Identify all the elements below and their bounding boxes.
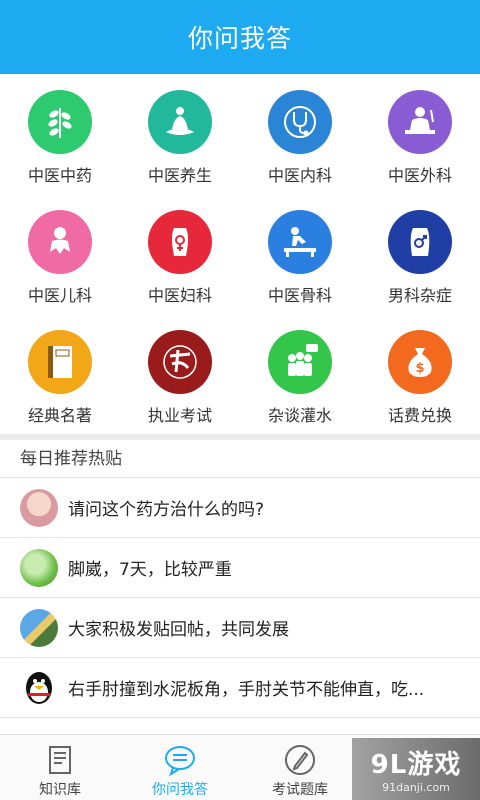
- tab-qa[interactable]: 你问我答: [120, 735, 240, 800]
- category-label: 执业考试: [147, 406, 212, 425]
- post-title: 脚崴，7天，比较严重: [68, 560, 232, 580]
- category-tcm-pediatrics[interactable]: 中医儿科: [0, 194, 120, 314]
- girl-avatar: [20, 488, 58, 527]
- category-classics[interactable]: 经典名著: [0, 314, 120, 434]
- group-chat-icon: [268, 330, 332, 394]
- category-tcm-herbs[interactable]: 中医中药: [0, 74, 120, 194]
- daily-recommend-title: 每日推荐热贴: [0, 440, 480, 478]
- post-item[interactable]: 请问这个药方治什么的吗?: [0, 478, 480, 538]
- category-label: 中医内科: [267, 166, 332, 185]
- category-label: 中医中药: [27, 166, 92, 185]
- penguin-avatar: [20, 668, 58, 707]
- category-tcm-gynecology[interactable]: 中医妇科: [120, 194, 240, 314]
- tab-label: 知识库: [39, 782, 81, 798]
- category-grid: 中医中药 中医养生 中医内科 中医外科 中医儿科 中医妇科 中医骨科 男科杂症 …: [0, 74, 480, 434]
- tab-exam-bank[interactable]: 考试题库: [240, 735, 360, 800]
- category-chit-chat[interactable]: 杂谈灌水: [240, 314, 360, 434]
- category-label: 中医儿科: [27, 286, 92, 305]
- female-symbol-icon: [148, 210, 212, 274]
- tab-label: 你问我答: [152, 782, 208, 798]
- hot-post-list: 请问这个药方治什么的吗? 脚崴，7天，比较严重 大家积极发贴回帖，共同发展 右手…: [0, 478, 480, 718]
- tab-knowledge-base[interactable]: 知识库: [0, 735, 120, 800]
- exam-calligraphy-icon: [148, 330, 212, 394]
- category-label: 男科杂症: [387, 286, 452, 305]
- svg-text:$: $: [415, 361, 424, 376]
- male-symbol-icon: [388, 210, 452, 274]
- surgeon-icon: [388, 90, 452, 154]
- category-andrology[interactable]: 男科杂症: [360, 194, 480, 314]
- document-icon: [49, 746, 71, 774]
- category-label: 中医外科: [387, 166, 452, 185]
- post-item[interactable]: 大家积极发贴回帖，共同发展: [0, 598, 480, 658]
- category-label: 经典名著: [27, 406, 92, 425]
- category-tcm-wellness[interactable]: 中医养生: [120, 74, 240, 194]
- herb-leaf-icon: [28, 90, 92, 154]
- category-tcm-orthopedics[interactable]: 中医骨科: [240, 194, 360, 314]
- site-watermark: 9L游戏 91danji.com: [352, 738, 480, 800]
- stethoscope-icon: [268, 90, 332, 154]
- category-licensing-exam[interactable]: 执业考试: [120, 314, 240, 434]
- post-title: 请问这个药方治什么的吗?: [68, 500, 265, 520]
- watermark-logo-text: 9L游戏: [370, 750, 462, 780]
- top-bar: 你问我答: [0, 0, 480, 74]
- category-phone-credit[interactable]: $ 话费兑换: [360, 314, 480, 434]
- category-label: 话费兑换: [387, 406, 452, 425]
- watermark-url: 91danji.com: [382, 781, 450, 794]
- category-tcm-surgery[interactable]: 中医外科: [360, 74, 480, 194]
- money-bag-icon: $: [388, 330, 452, 394]
- category-tcm-internal[interactable]: 中医内科: [240, 74, 360, 194]
- category-label: 中医妇科: [147, 286, 212, 305]
- meditation-lotus-icon: [148, 90, 212, 154]
- green-plant-avatar: [20, 548, 58, 587]
- classic-book-icon: [28, 330, 92, 394]
- category-label: 杂谈灌水: [267, 406, 332, 425]
- post-item[interactable]: 脚崴，7天，比较严重: [0, 538, 480, 598]
- tab-label: 考试题库: [272, 782, 328, 798]
- bird-avatar: [20, 608, 58, 647]
- post-title: 大家积极发贴回帖，共同发展: [68, 620, 289, 640]
- pencil-icon: [285, 745, 315, 775]
- category-label: 中医骨科: [267, 286, 332, 305]
- post-item[interactable]: 右手肘撞到水泥板角，手肘关节不能伸直，吃...: [0, 658, 480, 718]
- massage-bed-icon: [268, 210, 332, 274]
- page-title: 你问我答: [187, 24, 292, 53]
- baby-icon: [28, 210, 92, 274]
- chat-bubble-icon: [165, 746, 195, 777]
- category-label: 中医养生: [147, 166, 212, 185]
- post-title: 右手肘撞到水泥板角，手肘关节不能伸直，吃...: [68, 680, 425, 700]
